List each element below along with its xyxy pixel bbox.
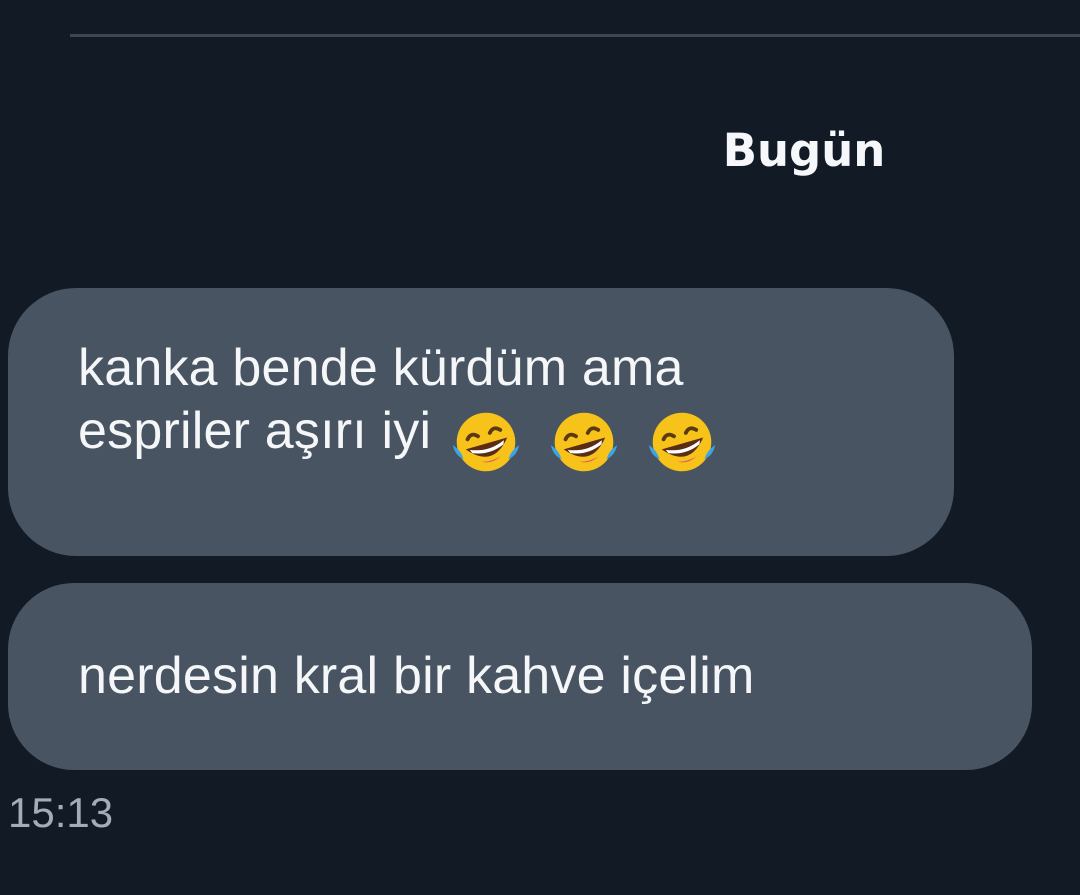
message-1-line-2: espriler aşırı iyi <box>78 402 432 460</box>
message-1-line-2-container: espriler aşırı iyi <box>78 400 954 479</box>
message-1-line-1: kanka bende kürdüm ama <box>78 339 684 397</box>
message-1-emoji-row <box>447 405 741 479</box>
message-timestamp: 15:13 <box>8 789 114 836</box>
chat-screen: Bugün kanka bende kürdüm ama espriler aş… <box>0 0 1080 895</box>
tears-of-joy-emoji <box>649 412 716 472</box>
message-bubble-2[interactable]: nerdesin kral bir kahve içelim <box>8 583 1032 770</box>
tears-of-joy-emoji <box>453 412 520 472</box>
tears-of-joy-emoji <box>551 412 618 472</box>
message-2-line-1: nerdesin kral bir kahve içelim <box>78 647 755 705</box>
header-divider <box>70 34 1080 37</box>
date-separator: Bugün <box>722 124 886 177</box>
message-bubble-1[interactable]: kanka bende kürdüm ama espriler aşırı iy… <box>8 288 954 556</box>
